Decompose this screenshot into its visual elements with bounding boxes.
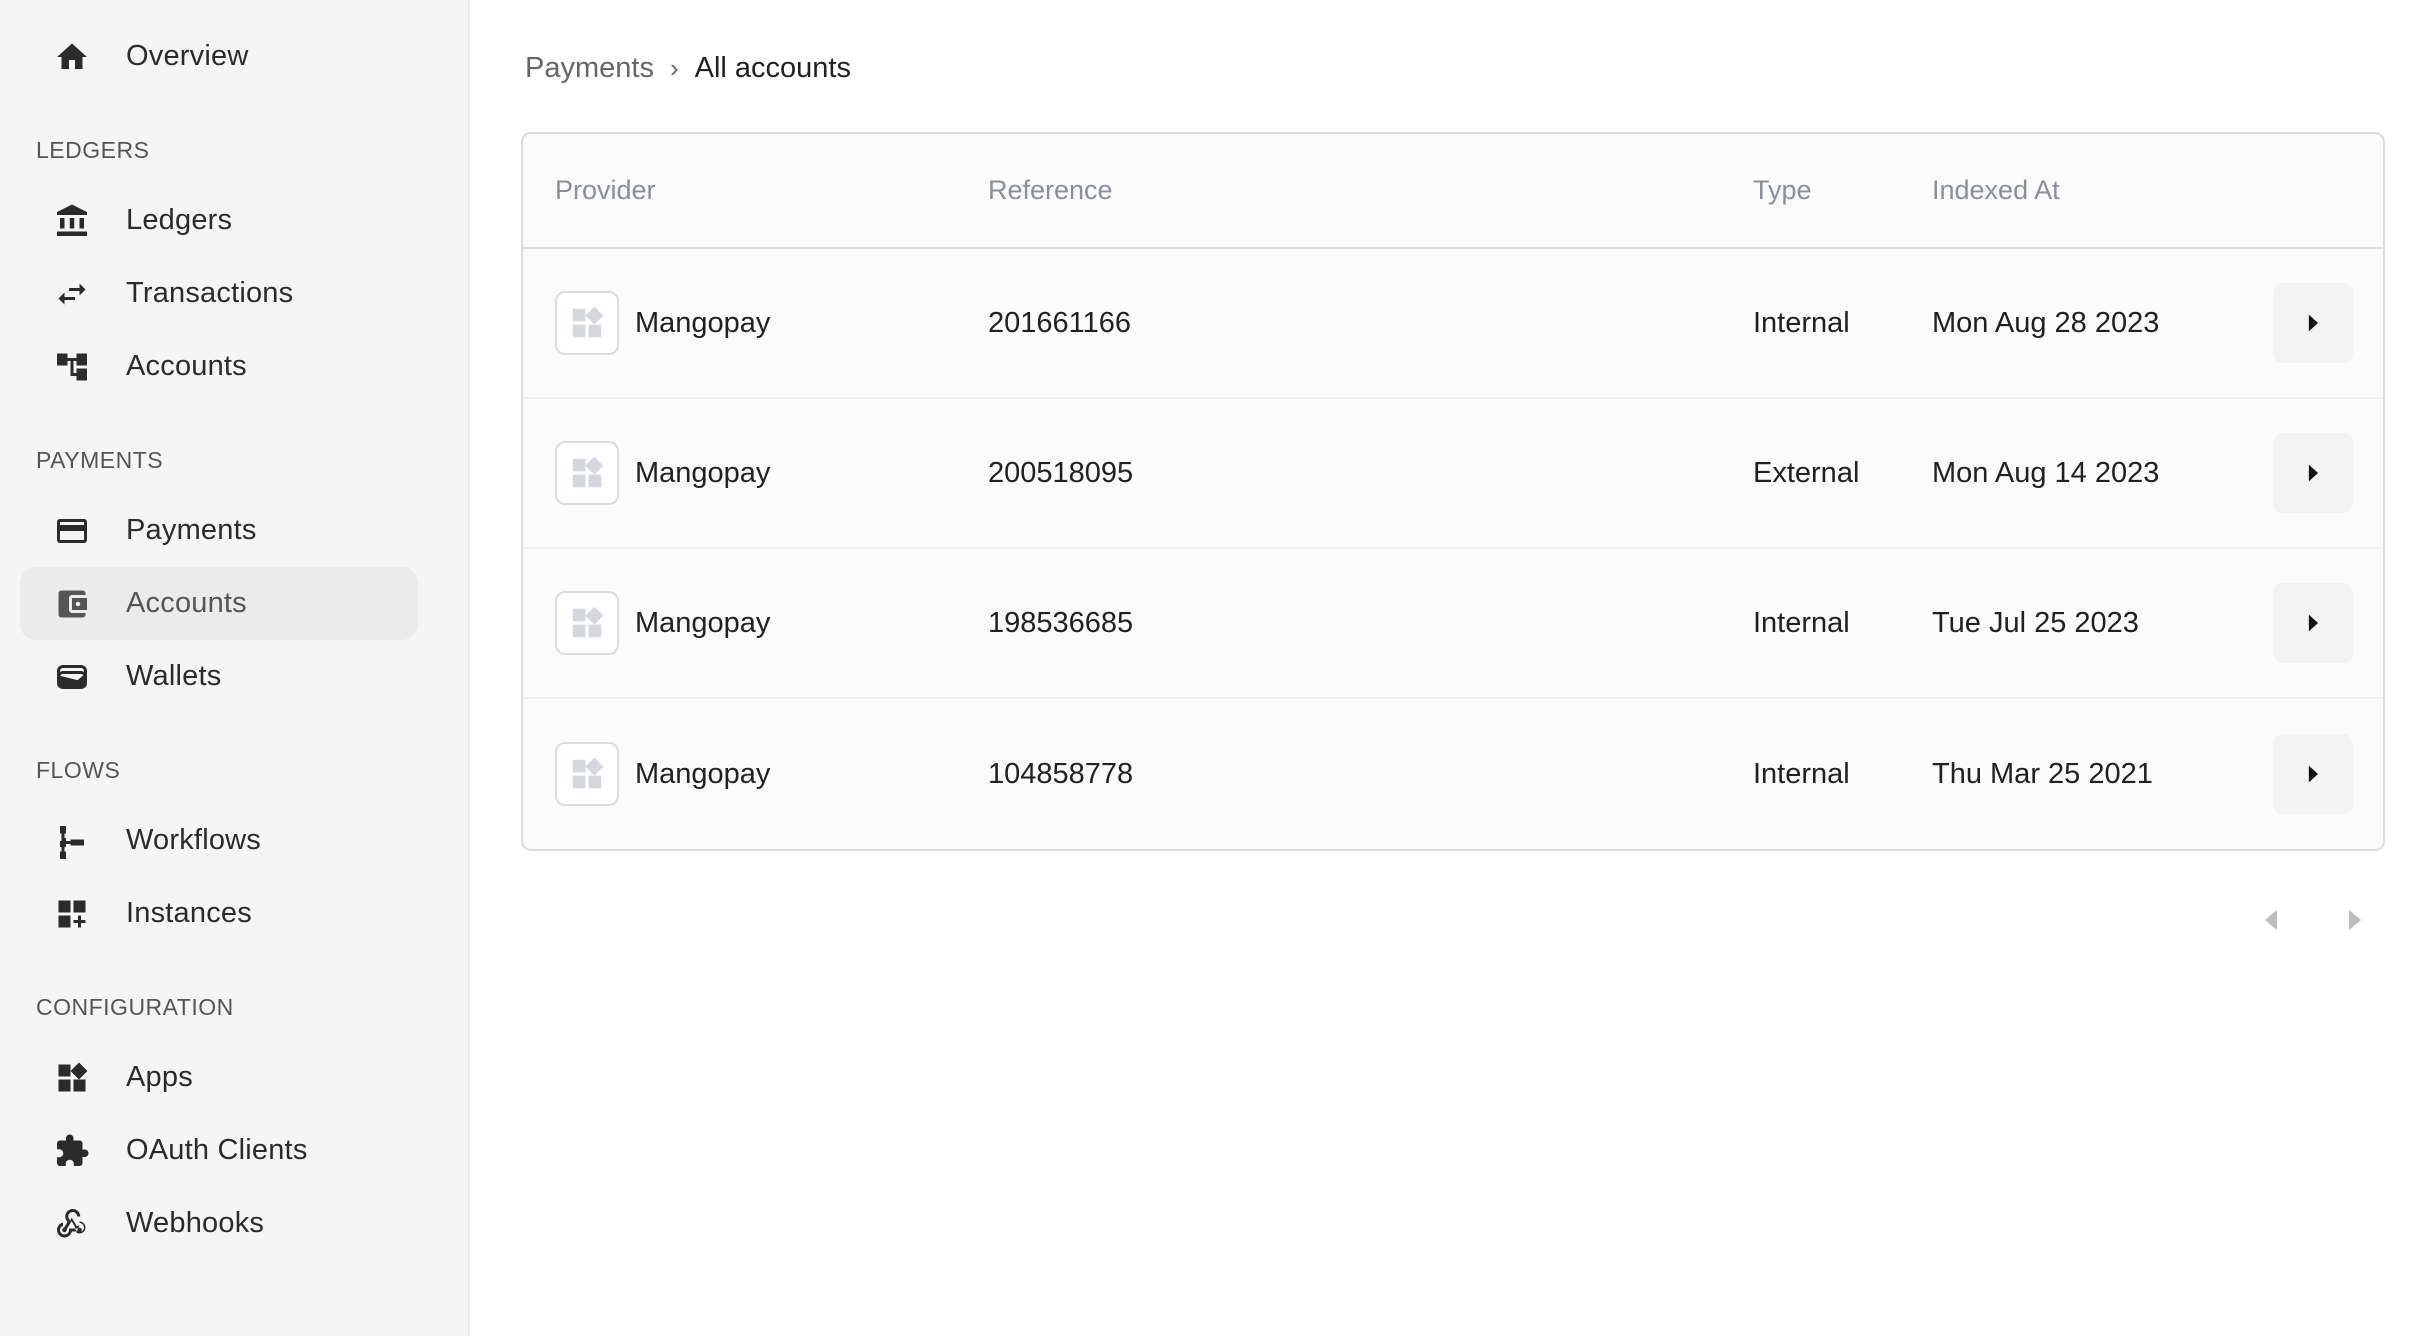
view-account-button[interactable] <box>2273 283 2353 363</box>
actions-cell <box>2273 583 2383 663</box>
sidebar-item-label: Workflows <box>126 824 262 856</box>
provider-name: Mangopay <box>635 606 771 639</box>
provider-cell: Mangopay <box>523 742 988 806</box>
breadcrumb: Payments › All accounts <box>521 48 2414 88</box>
table-row[interactable]: Mangopay 200518095 External Mon Aug 14 2… <box>523 399 2383 549</box>
accounts-table: Provider Reference Type Indexed At Mango… <box>521 132 2385 851</box>
indexed-at-cell: Thu Mar 25 2021 <box>1932 757 2153 790</box>
section-title-payments: PAYMENTS <box>36 447 164 473</box>
type-cell: Internal <box>1753 757 1850 790</box>
sidebar-item-payments[interactable]: Payments <box>20 494 418 567</box>
column-header-type: Type <box>1753 175 1812 205</box>
column-header-reference: Reference <box>988 175 1113 205</box>
webhook-icon <box>54 1206 90 1242</box>
sidebar-item-instances[interactable]: Instances <box>20 877 418 950</box>
reference-cell: 201661166 <box>988 306 1132 339</box>
breadcrumb-separator: › <box>669 52 679 83</box>
sidebar-item-label: Apps <box>126 1061 193 1093</box>
next-page-button[interactable] <box>2343 900 2367 940</box>
sidebar-item-label: Transactions <box>126 277 294 309</box>
table-row[interactable]: Mangopay 198536685 Internal Tue Jul 25 2… <box>523 549 2383 699</box>
sidebar-item-apps[interactable]: Apps <box>20 1041 418 1114</box>
wallet-icon <box>54 586 90 622</box>
indexed-at-cell: Mon Aug 14 2023 <box>1932 456 2160 489</box>
caret-right-icon <box>2308 614 2318 632</box>
sidebar-item-ledger-accounts[interactable]: Accounts <box>20 330 418 403</box>
caret-right-icon <box>2308 464 2318 482</box>
caret-right-icon <box>2349 910 2361 930</box>
puzzle-icon <box>54 1133 90 1169</box>
provider-cell: Mangopay <box>523 591 988 655</box>
caret-right-icon <box>2308 765 2318 783</box>
sidebar-item-payment-accounts[interactable]: Accounts <box>20 567 418 640</box>
sidebar-item-webhooks[interactable]: Webhooks <box>20 1187 418 1260</box>
column-header-indexed-at: Indexed At <box>1932 175 2060 205</box>
table-row[interactable]: Mangopay 104858778 Internal Thu Mar 25 2… <box>523 699 2383 849</box>
sidebar-item-label: Wallets <box>126 660 222 692</box>
sidebar-item-label: OAuth Clients <box>126 1134 308 1166</box>
widgets-icon <box>54 1060 90 1096</box>
pagination <box>2259 900 2367 940</box>
provider-logo-icon <box>555 291 619 355</box>
provider-name: Mangopay <box>635 456 771 489</box>
provider-cell: Mangopay <box>523 291 988 355</box>
provider-logo-icon <box>555 742 619 806</box>
sidebar-item-label: Instances <box>126 897 252 929</box>
app-root: Overview LEDGERS Ledgers Transactions Ac… <box>0 0 2414 1336</box>
provider-cell: Mangopay <box>523 441 988 505</box>
sidebar-item-label: Accounts <box>126 350 247 382</box>
section-title-ledgers: LEDGERS <box>36 137 150 163</box>
table-row[interactable]: Mangopay 201661166 Internal Mon Aug 28 2… <box>523 249 2383 399</box>
account-tree-icon <box>54 349 90 385</box>
sidebar: Overview LEDGERS Ledgers Transactions Ac… <box>0 0 470 1336</box>
table-header: Provider Reference Type Indexed At <box>523 134 2383 249</box>
sidebar-item-label: Overview <box>126 40 249 72</box>
bank-icon <box>54 203 90 239</box>
wallet-card-icon <box>54 659 90 695</box>
sidebar-item-ledgers[interactable]: Ledgers <box>20 184 418 257</box>
view-account-button[interactable] <box>2273 433 2353 513</box>
provider-logo-icon <box>555 591 619 655</box>
provider-name: Mangopay <box>635 757 771 790</box>
swap-arrows-icon <box>54 276 90 312</box>
indexed-at-cell: Mon Aug 28 2023 <box>1932 306 2160 339</box>
provider-logo-icon <box>555 441 619 505</box>
workflow-icon <box>54 823 90 859</box>
type-cell: Internal <box>1753 306 1850 339</box>
type-cell: External <box>1753 456 1860 489</box>
view-account-button[interactable] <box>2273 583 2353 663</box>
sidebar-item-label: Payments <box>126 514 257 546</box>
sidebar-item-wallets[interactable]: Wallets <box>20 640 418 713</box>
section-title-configuration: CONFIGURATION <box>36 994 234 1020</box>
sidebar-item-oauth-clients[interactable]: OAuth Clients <box>20 1114 418 1187</box>
actions-cell <box>2273 433 2383 513</box>
actions-cell <box>2273 283 2383 363</box>
type-cell: Internal <box>1753 606 1850 639</box>
reference-cell: 198536685 <box>988 606 1134 639</box>
caret-left-icon <box>2265 910 2277 930</box>
home-icon <box>54 39 90 75</box>
sidebar-item-label: Webhooks <box>126 1207 265 1239</box>
main-content: Payments › All accounts Provider Referen… <box>470 0 2414 1336</box>
provider-name: Mangopay <box>635 306 771 339</box>
sidebar-item-workflows[interactable]: Workflows <box>20 804 418 877</box>
caret-right-icon <box>2308 314 2318 332</box>
credit-card-icon <box>54 513 90 549</box>
add-grid-icon <box>54 896 90 932</box>
sidebar-item-transactions[interactable]: Transactions <box>20 257 418 330</box>
view-account-button[interactable] <box>2273 734 2353 814</box>
sidebar-item-label: Ledgers <box>126 204 233 236</box>
column-header-provider: Provider <box>555 175 656 205</box>
sidebar-item-label: Accounts <box>126 587 247 619</box>
sidebar-item-overview[interactable]: Overview <box>20 20 418 93</box>
indexed-at-cell: Tue Jul 25 2023 <box>1932 606 2139 639</box>
reference-cell: 104858778 <box>988 757 1134 790</box>
breadcrumb-current: All accounts <box>694 51 851 84</box>
actions-cell <box>2273 734 2383 814</box>
section-title-flows: FLOWS <box>36 757 121 783</box>
breadcrumb-payments-link[interactable]: Payments <box>525 52 654 85</box>
previous-page-button[interactable] <box>2259 900 2283 940</box>
reference-cell: 200518095 <box>988 456 1134 489</box>
